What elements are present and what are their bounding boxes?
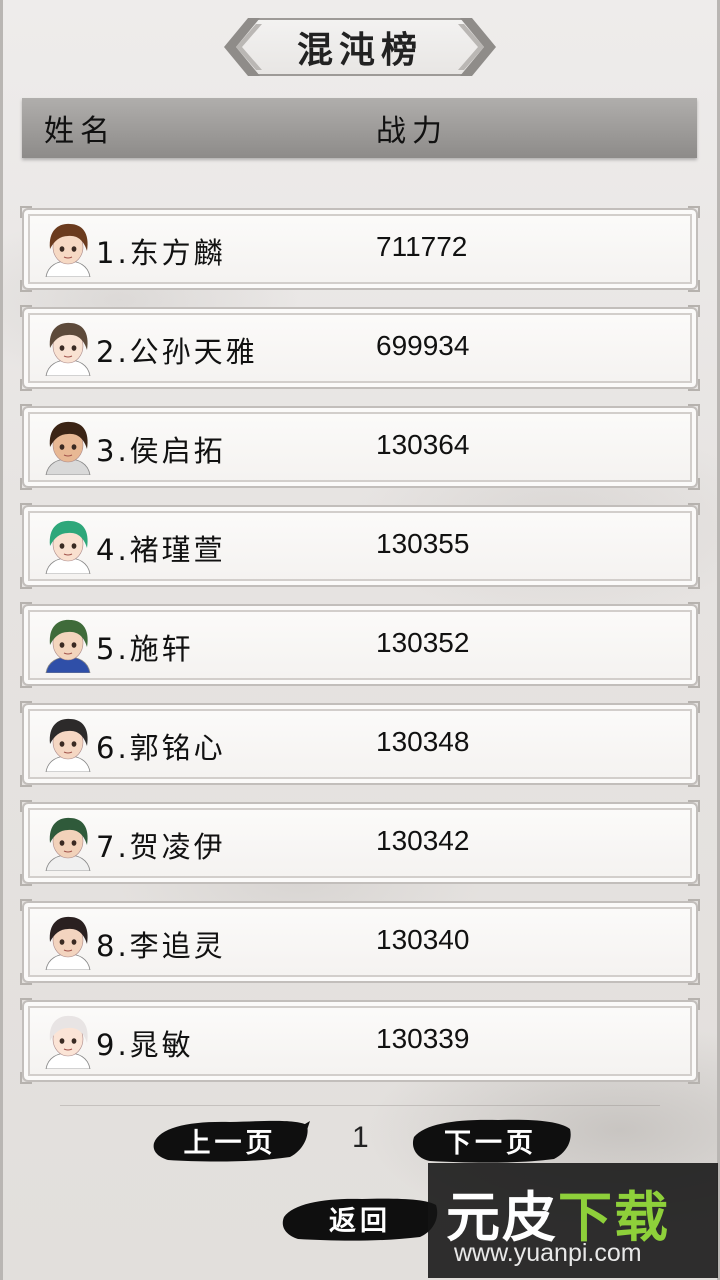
page-number: 1 <box>352 1121 369 1154</box>
back-label: 返回 <box>329 1205 391 1237</box>
row-power: 130355 <box>376 528 470 559</box>
row-power: 130340 <box>376 924 470 955</box>
row-power: 711772 <box>376 231 468 262</box>
row-corner <box>20 899 32 911</box>
ranking-row[interactable]: 9.晁敏 130339 <box>20 998 700 1084</box>
row-corner <box>688 206 700 218</box>
row-name: 6.郭铭心 <box>96 731 226 765</box>
row-corner <box>688 379 700 391</box>
row-corner <box>688 602 700 614</box>
row-corner <box>20 206 32 218</box>
row-corner <box>688 1072 700 1084</box>
row-corner <box>20 1072 32 1084</box>
row-power: 130364 <box>376 429 470 460</box>
ranking-row[interactable]: 5.施轩 130352 <box>20 602 700 688</box>
row-corner <box>688 404 700 416</box>
row-corner <box>20 602 32 614</box>
table-header: 姓名 战力 <box>22 98 697 158</box>
row-name: 5.施轩 <box>96 632 194 666</box>
ranking-row[interactable]: 2.公孙天雅 699934 <box>20 305 700 391</box>
column-header-power: 战力 <box>376 114 448 149</box>
row-corner <box>688 998 700 1010</box>
next-page-label: 下一页 <box>444 1127 537 1159</box>
ranking-row[interactable]: 4.褚瑾萱 130355 <box>20 503 700 589</box>
ranking-row[interactable]: 7.贺凌伊 130342 <box>20 800 700 886</box>
row-corner <box>20 280 32 292</box>
avatar <box>45 817 91 871</box>
row-corner <box>688 305 700 317</box>
watermark-url: www.yuanpi.com <box>454 1239 642 1267</box>
avatar <box>45 619 91 673</box>
row-name: 9.晁敏 <box>96 1028 194 1062</box>
avatar <box>45 223 91 277</box>
watermark: 元皮下载 www.yuanpi.com <box>428 1163 718 1278</box>
row-corner <box>688 800 700 812</box>
avatar <box>45 718 91 772</box>
next-page-button[interactable]: 下一页 <box>408 1115 573 1165</box>
row-corner <box>688 280 700 292</box>
row-corner <box>20 775 32 787</box>
row-corner <box>688 503 700 515</box>
row-power: 130339 <box>376 1023 470 1054</box>
avatar <box>45 916 91 970</box>
prev-page-label: 上一页 <box>183 1127 277 1159</box>
row-corner <box>688 478 700 490</box>
divider <box>60 1105 660 1106</box>
avatar <box>45 520 91 574</box>
row-power: 699934 <box>376 330 470 361</box>
row-name: 1.东方麟 <box>96 236 226 270</box>
row-corner <box>20 305 32 317</box>
row-corner <box>20 973 32 985</box>
row-corner <box>20 379 32 391</box>
avatar <box>45 322 91 376</box>
row-corner <box>20 676 32 688</box>
row-corner <box>688 899 700 911</box>
ranking-list: 1.东方麟 711772 2.公孙天雅 699934 3.侯启拓 130364 … <box>20 206 700 1099</box>
row-power: 130348 <box>376 726 470 757</box>
row-name: 2.公孙天雅 <box>96 335 258 369</box>
row-corner <box>20 701 32 713</box>
prev-page-button[interactable]: 上一页 <box>150 1115 310 1165</box>
back-button[interactable]: 返回 <box>280 1193 440 1243</box>
column-header-name: 姓名 <box>44 114 116 149</box>
chevron-right-icon <box>458 18 496 76</box>
ranking-row[interactable]: 1.东方麟 711772 <box>20 206 700 292</box>
chevron-left-icon <box>224 18 262 76</box>
row-corner <box>20 478 32 490</box>
row-corner <box>20 800 32 812</box>
left-border <box>0 0 3 1280</box>
ranking-row[interactable]: 8.李追灵 130340 <box>20 899 700 985</box>
row-name: 4.褚瑾萱 <box>96 533 226 567</box>
row-name: 3.侯启拓 <box>96 434 226 468</box>
row-name: 7.贺凌伊 <box>96 830 226 864</box>
row-corner <box>20 874 32 886</box>
page-title: 混沌榜 <box>296 29 423 71</box>
row-corner <box>688 775 700 787</box>
row-corner <box>688 701 700 713</box>
row-corner <box>688 874 700 886</box>
avatar <box>45 1015 91 1069</box>
row-corner <box>688 973 700 985</box>
row-name: 8.李追灵 <box>96 929 226 963</box>
row-corner <box>20 998 32 1010</box>
row-corner <box>688 577 700 589</box>
row-corner <box>20 503 32 515</box>
row-power: 130342 <box>376 825 470 856</box>
row-corner <box>20 404 32 416</box>
row-corner <box>20 577 32 589</box>
ranking-row[interactable]: 3.侯启拓 130364 <box>20 404 700 490</box>
avatar <box>45 421 91 475</box>
row-power: 130352 <box>376 627 470 658</box>
ranking-row[interactable]: 6.郭铭心 130348 <box>20 701 700 787</box>
title-banner: 混沌榜 <box>222 18 498 76</box>
row-corner <box>688 676 700 688</box>
